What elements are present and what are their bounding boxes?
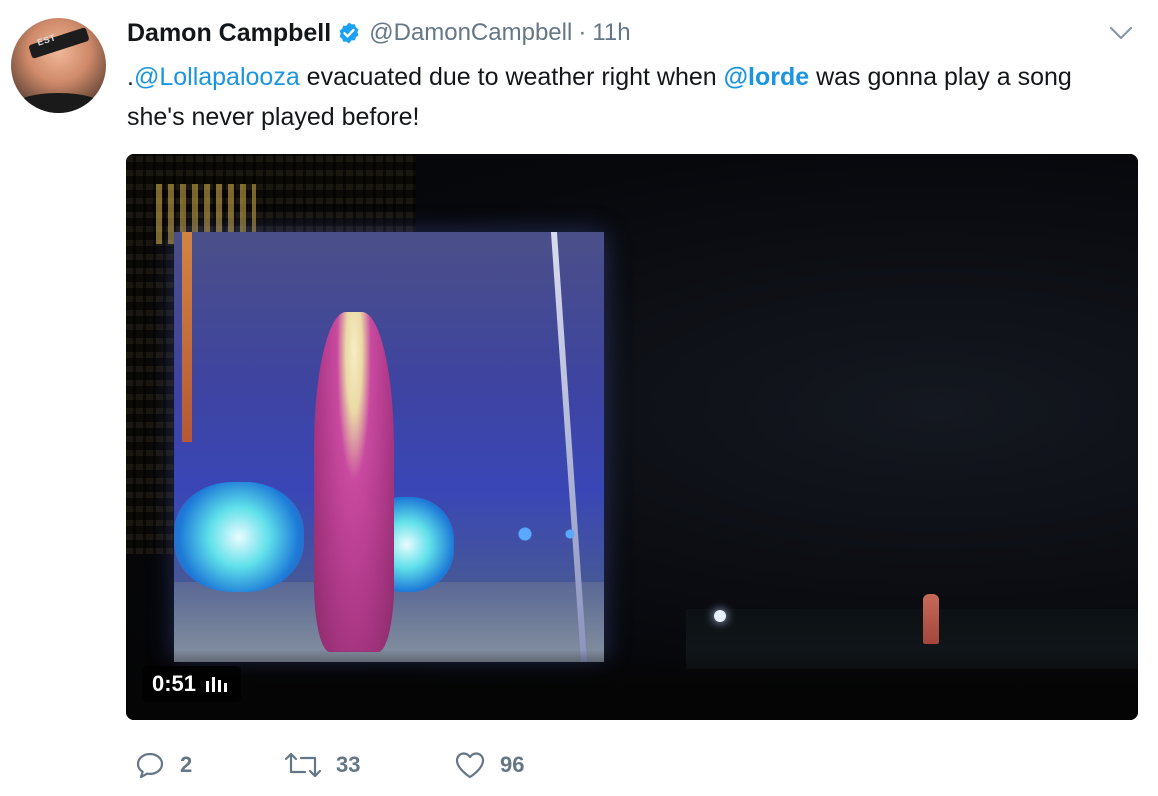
retweet-button[interactable]: 33 <box>284 750 454 780</box>
separator-dot: · <box>578 19 587 46</box>
display-name[interactable]: Damon Campbell <box>127 19 331 48</box>
like-count: 96 <box>500 752 525 777</box>
chevron-down-icon <box>1109 26 1133 40</box>
reply-count: 2 <box>180 752 193 777</box>
stage-lights <box>516 524 606 544</box>
tweet-actions: 2 33 96 <box>134 745 524 785</box>
reply-button[interactable]: 2 <box>134 749 284 781</box>
audio-icon <box>206 677 228 692</box>
text-prefix: . <box>127 63 134 91</box>
like-icon <box>455 752 485 779</box>
screen-stripe <box>182 232 192 442</box>
stage-spotlight <box>714 610 726 622</box>
mention-lollapalooza[interactable]: @Lollapalooza <box>134 63 300 91</box>
retweet-icon <box>284 752 322 778</box>
video-duration-badge: 0:51 <box>142 666 242 702</box>
reply-icon <box>136 752 164 779</box>
verified-icon <box>339 22 359 44</box>
like-button[interactable]: 96 <box>454 750 524 780</box>
handle[interactable]: @DamonCampbell <box>369 19 572 47</box>
video-crowd <box>126 650 1138 720</box>
video-duration: 0:51 <box>152 671 197 696</box>
avatar-shirt <box>11 93 106 113</box>
mention-lorde[interactable]: @lorde <box>724 63 810 91</box>
tweet-header: Damon Campbell @DamonCampbell · 11h <box>127 17 631 49</box>
avatar[interactable]: EST <box>11 18 106 113</box>
video-stage-screen <box>174 232 604 662</box>
screen-light-left <box>174 482 304 592</box>
video-player[interactable]: 0:51 <box>126 154 1138 720</box>
more-menu-button[interactable] <box>1106 18 1136 48</box>
screen-singer <box>314 312 394 652</box>
retweet-count: 33 <box>336 752 361 777</box>
timestamp[interactable]: 11h <box>592 19 630 47</box>
text-part-2: evacuated due to weather right when <box>299 63 724 91</box>
stage-performer <box>923 594 939 644</box>
tweet-text: .@Lollapalooza evacuated due to weather … <box>127 57 1127 137</box>
